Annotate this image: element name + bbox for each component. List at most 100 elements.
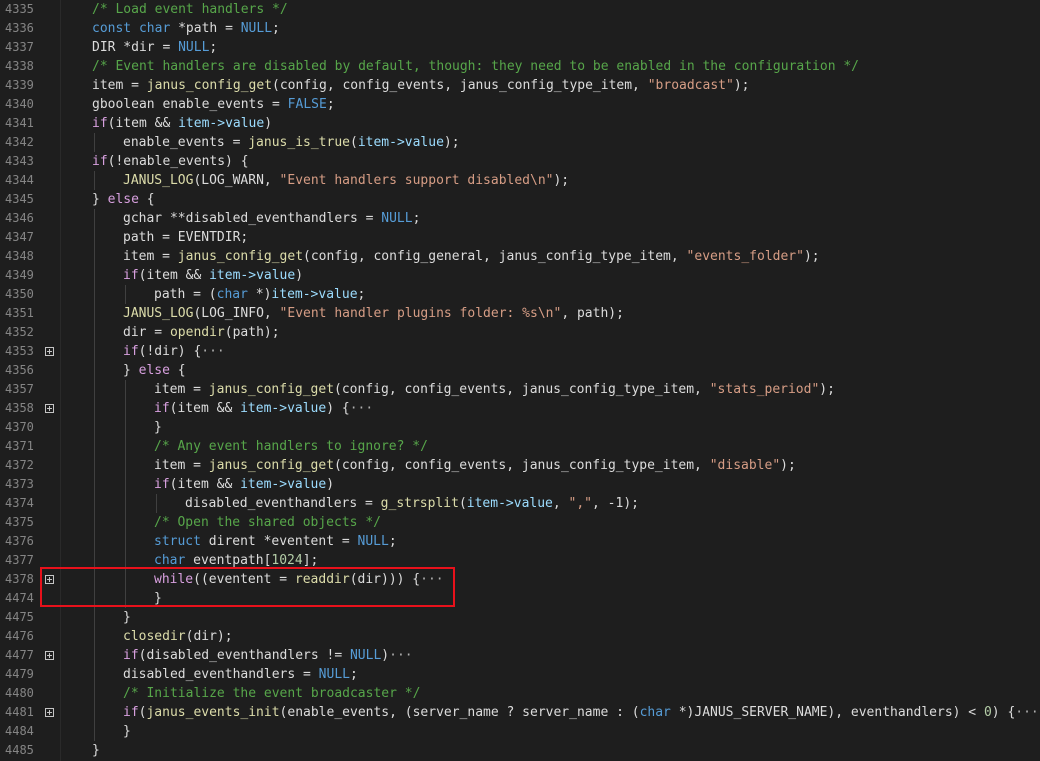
code-token: ; xyxy=(209,40,218,55)
collapsed-region-ellipsis[interactable]: ··· xyxy=(201,344,224,359)
code-text[interactable]: if(!dir) {··· xyxy=(123,342,225,361)
code-text[interactable]: if(!enable_events) { xyxy=(92,152,249,171)
code-line[interactable]: 4335 /* Load event handlers */ xyxy=(0,0,1040,19)
code-line[interactable]: 4338 /* Event handlers are disabled by de… xyxy=(0,57,1040,76)
code-token: ( xyxy=(458,496,467,511)
code-text[interactable]: dir = opendir(path); xyxy=(123,323,280,342)
code-text[interactable]: disabled_eventhandlers = NULL; xyxy=(123,665,358,684)
code-text[interactable]: if(item && item->value) xyxy=(154,475,334,494)
code-line[interactable]: 4475} xyxy=(0,608,1040,627)
code-line[interactable]: 4353 if(!dir) {··· xyxy=(0,342,1040,361)
code-text[interactable]: /* Event handlers are disabled by defaul… xyxy=(92,57,859,76)
code-text[interactable]: gboolean enable_events = FALSE; xyxy=(92,95,335,114)
code-text[interactable]: item = janus_config_get(config, config_e… xyxy=(154,380,835,399)
code-text[interactable]: JANUS_LOG(LOG_WARN, "Event handlers supp… xyxy=(123,171,569,190)
code-line[interactable]: 4346 gchar **disabled_eventhandlers = NUL… xyxy=(0,209,1040,228)
code-line[interactable]: 4357 item = janus_config_get(config, conf… xyxy=(0,380,1040,399)
code-text[interactable]: } else { xyxy=(92,190,155,209)
code-line[interactable]: 4476 closedir(dir); xyxy=(0,627,1040,646)
expand-fold-icon[interactable] xyxy=(45,651,54,660)
code-token: if xyxy=(154,401,170,416)
code-line[interactable]: 4370} xyxy=(0,418,1040,437)
collapsed-region-ellipsis[interactable]: ··· xyxy=(1015,705,1038,720)
code-line[interactable]: 4352 dir = opendir(path); xyxy=(0,323,1040,342)
code-token: (!enable_events) { xyxy=(107,154,249,169)
code-line[interactable]: 4336 const char *path = NULL; xyxy=(0,19,1040,38)
expand-fold-icon[interactable] xyxy=(45,708,54,717)
code-text[interactable]: } xyxy=(154,418,162,437)
code-line[interactable]: 4351 JANUS_LOG(LOG_INFO, "Event handler p… xyxy=(0,304,1040,323)
code-text[interactable]: } xyxy=(92,741,100,760)
code-line[interactable]: 4344 JANUS_LOG(LOG_WARN, "Event handlers … xyxy=(0,171,1040,190)
code-line[interactable]: 4376 struct dirent *eventent = NULL; xyxy=(0,532,1040,551)
code-text[interactable]: /* Any event handlers to ignore? */ xyxy=(154,437,428,456)
code-text[interactable]: closedir(dir); xyxy=(123,627,233,646)
code-line[interactable]: 4373 if(item && item->value) xyxy=(0,475,1040,494)
code-text[interactable]: if(item && item->value) xyxy=(92,114,272,133)
code-line[interactable]: 4484} xyxy=(0,722,1040,741)
code-text[interactable]: if(item && item->value) xyxy=(123,266,303,285)
code-line[interactable]: 4349 if(item && item->value) xyxy=(0,266,1040,285)
code-text[interactable]: } else { xyxy=(123,361,186,380)
code-line[interactable]: 4372 item = janus_config_get(config, conf… xyxy=(0,456,1040,475)
line-gutter: 4358 xyxy=(0,399,60,418)
collapsed-region-ellipsis[interactable]: ··· xyxy=(350,401,373,416)
code-token: ; xyxy=(349,667,358,682)
line-gutter: 4485 xyxy=(0,741,60,760)
code-line[interactable]: 4358 if(item && item->value) {··· xyxy=(0,399,1040,418)
code-text[interactable]: JANUS_LOG(LOG_INFO, "Event handler plugi… xyxy=(123,304,624,323)
code-text[interactable]: item = janus_config_get(config, config_g… xyxy=(123,247,820,266)
code-line[interactable]: 4480 /* Initialize the event broadcaster … xyxy=(0,684,1040,703)
line-number: 4341 xyxy=(5,116,34,130)
code-line[interactable]: 4485} xyxy=(0,741,1040,760)
code-line[interactable]: 4341 if(item && item->value) xyxy=(0,114,1040,133)
line-number: 4372 xyxy=(5,458,34,472)
expand-fold-icon[interactable] xyxy=(45,404,54,413)
code-line[interactable]: 4350 path = (char *)item->value; xyxy=(0,285,1040,304)
code-token: janus_is_true xyxy=(248,135,350,150)
indent-guide xyxy=(94,532,95,551)
collapsed-region-ellipsis[interactable]: ··· xyxy=(389,648,412,663)
code-line[interactable]: 4375 /* Open the shared objects */ xyxy=(0,513,1040,532)
code-text[interactable]: /* Load event handlers */ xyxy=(92,0,288,19)
code-text[interactable]: } xyxy=(123,608,131,627)
code-line[interactable]: 4347 path = EVENTDIR; xyxy=(0,228,1040,247)
code-text[interactable]: const char *path = NULL; xyxy=(92,19,280,38)
code-text[interactable]: path = EVENTDIR; xyxy=(123,228,248,247)
code-line[interactable]: 4477 if(disabled_eventhandlers != NULL)··… xyxy=(0,646,1040,665)
code-line[interactable]: 4337 DIR *dir = NULL; xyxy=(0,38,1040,57)
code-text[interactable]: struct dirent *eventent = NULL; xyxy=(154,532,397,551)
code-text[interactable]: /* Open the shared objects */ xyxy=(154,513,381,532)
code-line[interactable]: 4479 disabled_eventhandlers = NULL; xyxy=(0,665,1040,684)
expand-fold-icon[interactable] xyxy=(45,347,54,356)
code-line[interactable]: 4340 gboolean enable_events = FALSE; xyxy=(0,95,1040,114)
code-line[interactable]: 4374 disabled_eventhandlers = g_strsplit(… xyxy=(0,494,1040,513)
code-text[interactable]: if(item && item->value) {··· xyxy=(154,399,373,418)
code-text[interactable]: /* Initialize the event broadcaster */ xyxy=(123,684,420,703)
code-text[interactable]: DIR *dir = NULL; xyxy=(92,38,217,57)
code-text[interactable]: if(janus_events_init(enable_events, (ser… xyxy=(123,703,1039,722)
code-token: (config, config_events, janus_config_typ… xyxy=(334,382,710,397)
code-line[interactable]: 4481 if(janus_events_init(enable_events, … xyxy=(0,703,1040,722)
code-text[interactable]: gchar **disabled_eventhandlers = NULL; xyxy=(123,209,420,228)
code-editor[interactable]: 4335 /* Load event handlers */ 4336 const c… xyxy=(0,0,1040,761)
code-line[interactable]: 4348 item = janus_config_get(config, conf… xyxy=(0,247,1040,266)
line-gutter: 4353 xyxy=(0,342,60,361)
code-line[interactable]: 4371 /* Any event handlers to ignore? */ xyxy=(0,437,1040,456)
code-text[interactable]: } xyxy=(123,722,131,741)
code-line[interactable]: 4356} else { xyxy=(0,361,1040,380)
code-line[interactable]: 4343 if(!enable_events) { xyxy=(0,152,1040,171)
code-text[interactable]: disabled_eventhandlers = g_strsplit(item… xyxy=(185,494,639,513)
code-text[interactable]: path = (char *)item->value; xyxy=(154,285,365,304)
code-text[interactable]: enable_events = janus_is_true(item->valu… xyxy=(123,133,460,152)
indent-guide xyxy=(94,513,95,532)
code-token: gboolean enable_events = xyxy=(92,97,288,112)
code-text[interactable]: item = janus_config_get(config, config_e… xyxy=(92,76,749,95)
code-text[interactable]: if(disabled_eventhandlers != NULL)··· xyxy=(123,646,413,665)
code-line[interactable]: 4342 enable_events = janus_is_true(item->… xyxy=(0,133,1040,152)
code-token: (!dir) { xyxy=(138,344,202,359)
code-text[interactable]: item = janus_config_get(config, config_e… xyxy=(154,456,796,475)
code-line[interactable]: 4345} else { xyxy=(0,190,1040,209)
code-token: "Event handler plugins folder: %s\n" xyxy=(279,306,562,321)
code-line[interactable]: 4339 item = janus_config_get(config, conf… xyxy=(0,76,1040,95)
